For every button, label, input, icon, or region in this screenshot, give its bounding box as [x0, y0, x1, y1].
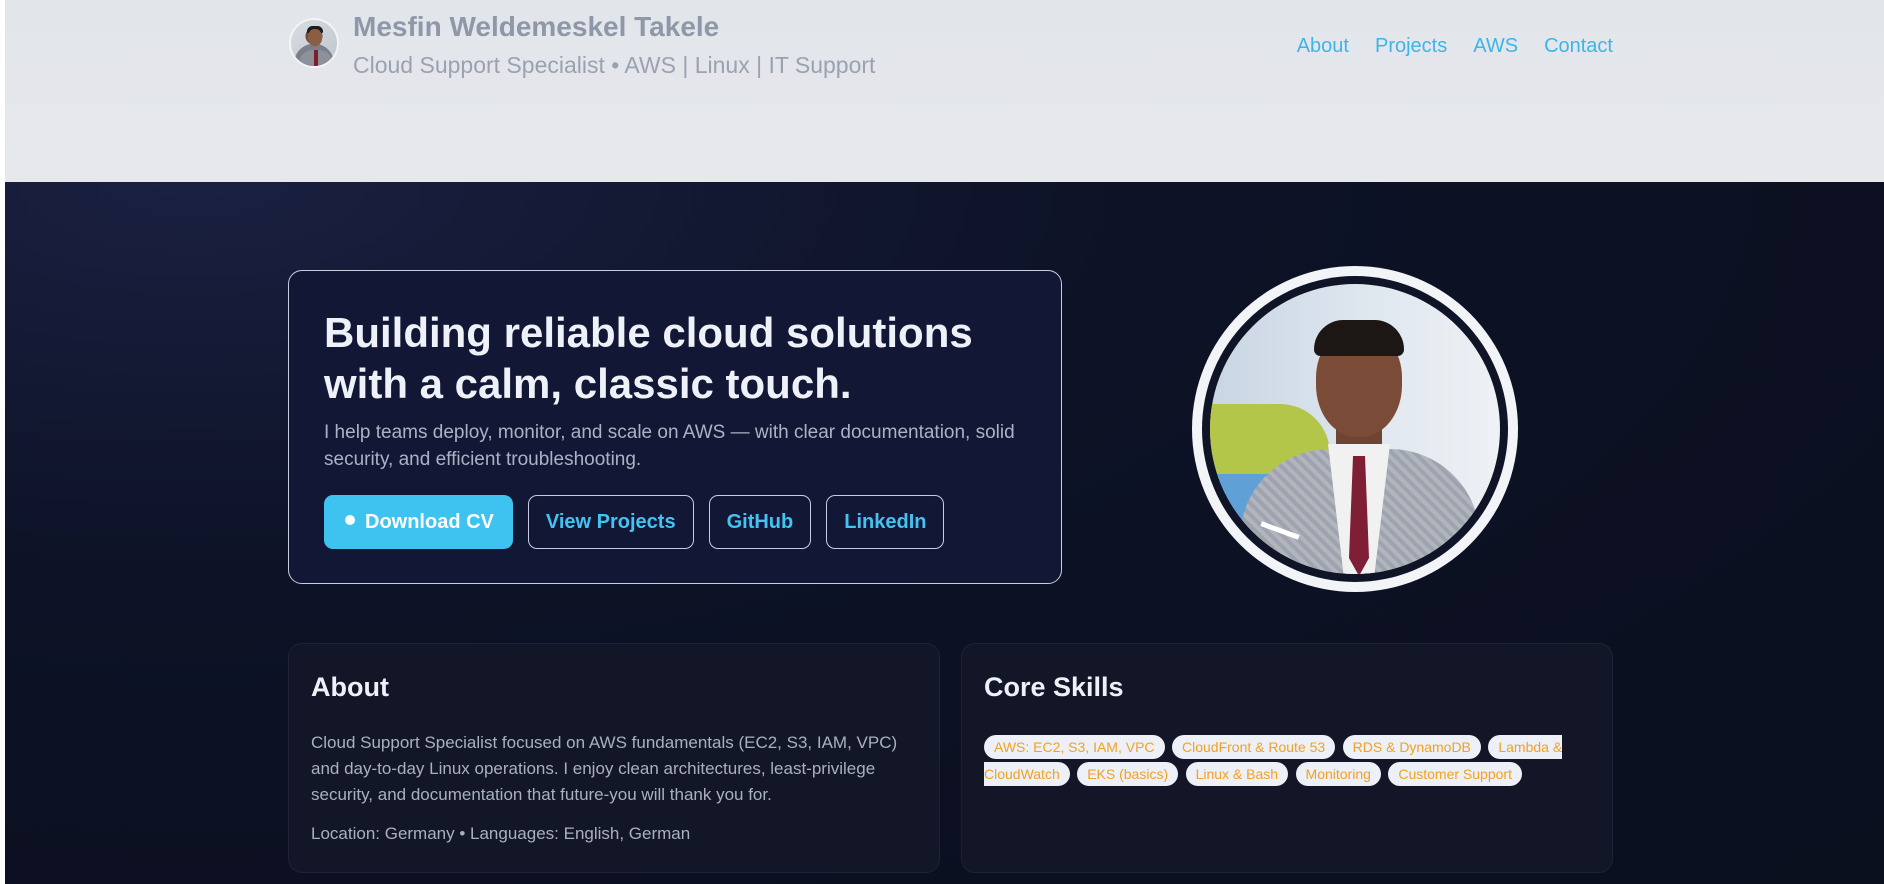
skills-title: Core Skills — [984, 672, 1124, 702]
brand[interactable]: Mesfin Weldemeskel Takele Cloud Support … — [289, 10, 875, 80]
hero-title: Building reliable cloud solutions with a… — [324, 307, 1026, 409]
hero-title-line-2: with a calm, classic touch. — [324, 360, 852, 407]
nav-link-aws[interactable]: AWS — [1473, 32, 1518, 60]
site-tagline: Cloud Support Specialist • AWS | Linux |… — [353, 52, 876, 78]
profile-portrait — [1192, 266, 1518, 592]
hero-card: Building reliable cloud solutions with a… — [288, 270, 1062, 584]
about-meta: Location: Germany • Languages: English, … — [311, 824, 691, 843]
linkedin-button[interactable]: LinkedIn — [826, 495, 945, 549]
github-button[interactable]: GitHub — [708, 495, 812, 549]
main-nav: About Projects AWS Contact — [1297, 32, 1613, 60]
site-header: Mesfin Weldemeskel Takele Cloud Support … — [5, 0, 1884, 182]
skills-list: AWS: EC2, S3, IAM, VPC CloudFront & Rout… — [984, 734, 1584, 788]
skill-chip: Customer Support — [1388, 762, 1522, 786]
linkedin-label: LinkedIn — [844, 510, 927, 533]
download-cv-label: Download CV — [365, 510, 494, 533]
skill-chip: CloudFront & Route 53 — [1171, 735, 1336, 759]
about-text: Cloud Support Specialist focused on AWS … — [311, 733, 898, 804]
avatar — [289, 18, 339, 68]
site-name: Mesfin Weldemeskel Takele — [353, 11, 720, 42]
hero-subtitle: I help teams deploy, monitor, and scale … — [324, 422, 1015, 470]
hero-actions: Download CV View Projects GitHub LinkedI… — [324, 495, 1026, 549]
nav-link-contact[interactable]: Contact — [1544, 32, 1613, 60]
page-edge — [0, 0, 5, 884]
download-cv-button[interactable]: Download CV — [324, 495, 513, 549]
skills-card: Core Skills AWS: EC2, S3, IAM, VPC Cloud… — [961, 643, 1613, 873]
skill-chip: AWS: EC2, S3, IAM, VPC — [984, 735, 1165, 759]
skill-chip: RDS & DynamoDB — [1342, 735, 1481, 759]
nav-link-projects[interactable]: Projects — [1375, 32, 1447, 60]
skill-chip: EKS (basics) — [1077, 762, 1179, 786]
dot-icon — [345, 515, 355, 525]
view-projects-label: View Projects — [545, 510, 676, 533]
skill-chip: Monitoring — [1295, 762, 1381, 786]
about-title: About — [311, 672, 389, 702]
view-projects-button[interactable]: View Projects — [527, 495, 694, 549]
about-card: About Cloud Support Specialist focused o… — [288, 643, 940, 873]
nav-link-about[interactable]: About — [1297, 32, 1349, 60]
hero-title-line-1: Building reliable cloud solutions — [324, 309, 973, 356]
skill-chip: Linux & Bash — [1185, 762, 1289, 786]
profile-photo — [1210, 284, 1500, 574]
github-label: GitHub — [726, 510, 794, 533]
